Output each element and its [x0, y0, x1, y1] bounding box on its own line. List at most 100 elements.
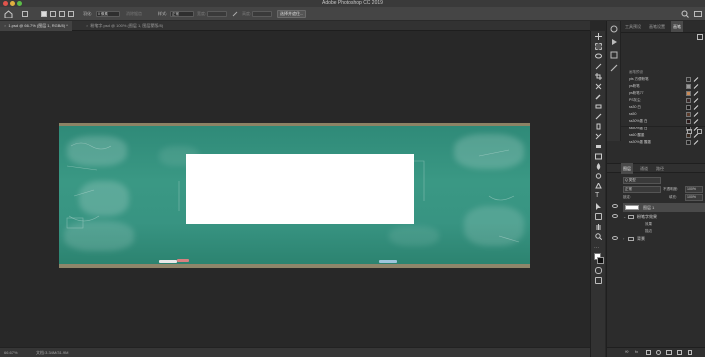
tab-document-2[interactable]: × 粉笔字.psd @ 100% (图层 1, 图层蒙版/8) [82, 21, 167, 31]
feather-label: 羽化: [83, 11, 93, 16]
tab-paths[interactable]: 路径 [654, 163, 666, 174]
screen-mode-icon[interactable] [595, 277, 602, 284]
background-color-swatch[interactable] [597, 257, 604, 264]
workspace-icon[interactable] [694, 11, 702, 17]
lasso-tool-icon[interactable] [595, 53, 602, 60]
brush-pen-icon [693, 77, 699, 82]
mask-icon[interactable] [646, 350, 651, 355]
layer-row-background[interactable]: › 背景 [612, 235, 705, 243]
tab-label: 1.psd @ 66.7% (图层 1, RGB/8) * [8, 23, 68, 28]
pen-tool-icon[interactable] [595, 183, 602, 190]
brush-preset-row[interactable]: ps粉笔77 [629, 90, 699, 97]
rectangular-marquee-icon[interactable] [595, 43, 602, 50]
hand-tool-icon[interactable] [595, 223, 602, 230]
frame-tool-icon[interactable] [595, 83, 602, 90]
home-icon[interactable] [4, 10, 13, 18]
brush-preset-row[interactable]: pts 方便粉笔 [629, 76, 699, 83]
folder-icon[interactable] [666, 350, 672, 355]
visibility-eye-icon[interactable] [612, 204, 618, 208]
fx-icon[interactable]: fx [635, 349, 638, 354]
chalk-stick-blue [379, 260, 397, 263]
crop-tool-icon[interactable] [595, 73, 602, 80]
opacity-input[interactable]: 100% [685, 186, 703, 193]
preset-swatch [686, 119, 691, 124]
trash-icon[interactable] [688, 350, 692, 355]
expand-chevron-icon[interactable]: ⌄ [623, 213, 626, 221]
history-brush-icon[interactable] [595, 133, 602, 140]
brush-preset-row[interactable]: ss50 [629, 111, 699, 118]
dodge-tool-icon[interactable] [595, 173, 602, 180]
quick-select-icon[interactable] [595, 63, 602, 70]
brush-preset-row[interactable]: ss30%墨 醒墨 [629, 139, 699, 146]
delete-preset-icon[interactable] [697, 129, 702, 134]
brush-preset-row[interactable]: ss30%墨 白 [629, 118, 699, 125]
quick-mask-icon[interactable] [595, 267, 602, 274]
style-select[interactable]: 正常 [170, 11, 194, 17]
visibility-eye-icon[interactable] [612, 236, 618, 240]
add-selection-icon[interactable] [50, 11, 56, 17]
document-info[interactable]: 文档:3.34M/31.9M [36, 348, 68, 357]
fill-input[interactable]: 100% [685, 194, 703, 201]
tab-layers[interactable]: 图层 [621, 163, 633, 174]
tab-channels[interactable]: 通道 [638, 163, 650, 174]
lock-label: 锁定: [623, 195, 631, 199]
zoom-level[interactable]: 66.67% [4, 348, 18, 357]
white-rectangle-layer[interactable] [186, 154, 414, 224]
marquee-tool-icon[interactable] [22, 11, 28, 17]
gradient-tool-icon[interactable] [595, 153, 602, 160]
folder-icon [628, 237, 634, 241]
visibility-eye-icon[interactable] [612, 214, 618, 218]
type-tool-icon[interactable]: T [595, 192, 599, 200]
zoom-tool-icon[interactable] [595, 233, 602, 240]
layer-name[interactable]: 描边 [645, 228, 652, 235]
document-tabs: × 1.psd @ 66.7% (图层 1, RGB/8) * × 粉笔字.psd … [0, 21, 590, 31]
brush-pen-icon [693, 105, 699, 110]
eyedropper-icon[interactable] [595, 93, 602, 100]
healing-brush-icon[interactable] [595, 103, 602, 110]
width-input[interactable] [207, 11, 227, 17]
brush-preset-row[interactable]: PS灰尘 [629, 97, 699, 104]
layer-row-layer-1[interactable]: 图层 1 [612, 203, 705, 212]
new-preset-icon[interactable] [687, 129, 692, 134]
adjust-icon[interactable] [656, 350, 661, 355]
layer-kind-filter[interactable]: Q 类型 [623, 177, 661, 184]
eraser-icon[interactable] [595, 143, 602, 150]
brush-preset-row[interactable]: ss30 白 [629, 104, 699, 111]
preset-swatch [686, 98, 691, 103]
new-selection-icon[interactable] [41, 11, 47, 17]
layer-row-group-chalk[interactable]: ⌄ 粉笔字效果 [612, 213, 705, 221]
search-icon[interactable] [681, 10, 689, 18]
antialias-checkbox[interactable]: 消除锯齿 [126, 10, 142, 18]
subtract-selection-icon[interactable] [59, 11, 65, 17]
layer-row-stroke[interactable]: 描边 [623, 228, 705, 235]
blur-tool-icon[interactable] [595, 163, 602, 170]
blend-mode-select[interactable]: 正常 [623, 186, 661, 193]
new-layer-icon[interactable] [677, 350, 682, 355]
chalk-stick-white [159, 260, 177, 263]
select-and-mask-button[interactable]: 选择并遮住... [277, 10, 307, 18]
preset-swatch [686, 77, 691, 82]
preset-swatch [686, 84, 691, 89]
brush-tool-icon[interactable] [595, 113, 602, 120]
brush-preset-row[interactable]: ps粉笔 [629, 83, 699, 90]
shape-tool-icon[interactable] [595, 213, 602, 220]
path-select-icon[interactable] [595, 203, 602, 210]
more-tools-icon[interactable]: ··· [594, 245, 599, 251]
layer-name[interactable]: 粉笔字效果 [637, 213, 657, 221]
height-input[interactable] [252, 11, 272, 17]
swap-icon[interactable] [232, 11, 238, 17]
layer-row-effects[interactable]: 效果 [623, 221, 705, 228]
link-icon[interactable]: ∞ [625, 349, 629, 355]
clone-stamp-icon[interactable] [595, 123, 602, 130]
title-bar: Adobe Photoshop CC 2019 [0, 0, 705, 7]
feather-input[interactable]: 0 像素 [96, 11, 120, 17]
expand-chevron-icon[interactable]: › [623, 235, 624, 243]
layer-name[interactable]: 背景 [637, 235, 645, 243]
tab-document-1[interactable]: × 1.psd @ 66.7% (图层 1, RGB/8) * [0, 21, 72, 31]
brush-pen-icon [693, 91, 699, 96]
move-tool-icon[interactable] [595, 33, 602, 40]
brush-pen-icon [693, 119, 699, 124]
intersect-selection-icon[interactable] [68, 11, 74, 17]
layer-name[interactable]: 图层 1 [643, 203, 654, 212]
layer-name[interactable]: 效果 [645, 221, 652, 228]
